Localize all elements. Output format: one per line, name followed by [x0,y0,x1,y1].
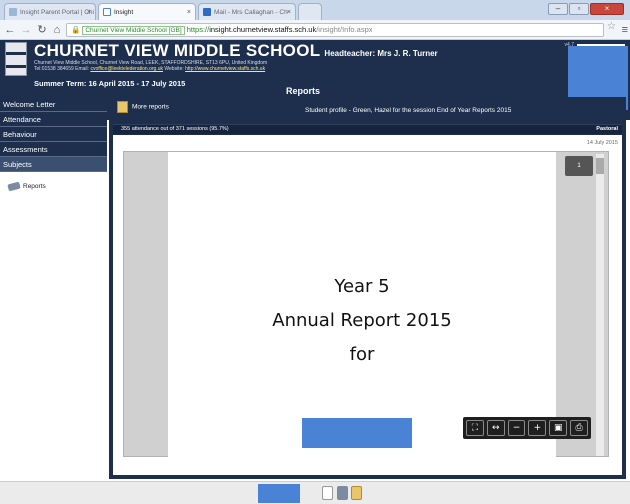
school-tel: Tel:01538 384659 [34,66,74,72]
student-profile-title: Student profile - Green, Hazel for the s… [305,107,512,114]
scrollbar-thumb[interactable] [596,158,604,174]
url-field[interactable]: 🔒 Churnet View Middle School [GB] https://… [66,23,604,37]
site-identity-badge[interactable]: Churnet View Middle School [GB] [82,26,185,35]
close-icon[interactable]: × [287,4,291,20]
tab-label: Mail - Mrs Callaghan - Ch [214,9,288,16]
sidebar-item-attendance[interactable]: Attendance [0,112,107,127]
save-icon[interactable]: ▣ [549,420,568,436]
minimize-button[interactable]: – [548,3,568,15]
report-date: 14 July 2015 [586,140,618,146]
mail-icon [203,8,211,16]
pastoral-link[interactable]: Pastoral [596,125,618,134]
zoom-in-icon[interactable]: + [528,420,547,436]
document-icon[interactable] [322,486,333,500]
bottom-bar [0,481,630,504]
tab-label: Insight Parent Portal | Chi [20,9,94,16]
sidebar-item-behaviour[interactable]: Behaviour [0,127,107,142]
school-contact: Tel:01538 384659 Email: cvoffice@leektel… [34,66,265,72]
sidebar-link-reports[interactable]: Reports [7,181,46,192]
folder-icon[interactable] [351,486,362,500]
fit-page-icon[interactable]: ⛶ [466,420,484,436]
headteacher: Headteacher: Mrs J. R. Turner [324,49,438,58]
sidebar-item-subjects[interactable]: Subjects [0,157,107,172]
reports-icon [7,181,21,192]
maximize-button[interactable]: ▫ [569,3,589,15]
page-icon [9,8,17,16]
page-number-badge: 1 [565,156,593,176]
report-title: Annual Report 2015 [272,310,452,331]
redacted-footer [258,484,300,503]
close-window-button[interactable]: × [590,3,624,15]
term-dates: Summer Term: 16 April 2015 - 17 July 201… [34,79,186,88]
report-for: for [349,344,375,365]
attendance-summary: 355 attendance out of 371 sessions (95.7… [121,126,229,132]
sidebar-item-welcome-letter[interactable]: Welcome Letter [0,97,107,112]
pdf-toolbar: ⛶ ↔ − + ▣ ⎙ [463,417,591,439]
url-scheme: https:// [186,25,210,34]
lock-icon: 🔒 [71,25,81,34]
sidebar-link-label: Reports [23,183,46,191]
school-name: CHURNET VIEW MIDDLE SCHOOL Headteacher: M… [34,41,438,60]
bookmark-star-icon[interactable]: ☆ [607,20,616,33]
email-label: Email: [75,66,90,72]
close-icon[interactable]: × [87,4,91,20]
tab-mail[interactable]: Mail - Mrs Callaghan - Ch × [198,3,296,20]
url-host: insight.churnetview.staffs.sch.uk [209,25,317,34]
school-header: CHURNET VIEW MIDDLE SCHOOL Headteacher: M… [0,40,630,78]
sidebar-item-assessments[interactable]: Assessments [0,142,107,157]
url-path: /insight/Info.aspx [316,25,373,34]
tab-label: Insight [114,9,134,16]
more-reports-link[interactable]: More reports [117,101,169,113]
page-icon [103,8,111,16]
forward-arrow-icon[interactable]: → [19,23,33,37]
sidebar: Welcome Letter Attendance Behaviour Asse… [0,97,107,479]
address-bar: ← → ↻ ⌂ 🔒 Churnet View Middle School [GB]… [0,20,630,40]
tab-insight-parent-portal[interactable]: Insight Parent Portal | Chi × [4,3,96,20]
new-tab-button[interactable] [298,3,322,20]
fit-width-icon[interactable]: ↔ [486,420,505,436]
school-crest-logo [5,42,27,76]
report-content-pane: 14 July 2015 Year 5 Annual Report 2015 f… [113,135,622,475]
menu-icon[interactable]: ≡ [622,23,628,37]
tab-insight[interactable]: Insight × [98,3,196,20]
attendance-bar: 355 attendance out of 371 sessions (95.7… [113,124,622,134]
website-label: Website: [164,66,184,72]
page-title: Reports [286,86,321,96]
pdf-scrollbar[interactable] [596,154,604,456]
report-year: Year 5 [334,276,390,297]
redacted-student-name [302,418,412,448]
school-website-link[interactable]: http://www.churnetview.staffs.sch.uk [185,66,265,72]
browser-tab-strip: Insight Parent Portal | Chi × Insight × … [0,0,630,20]
school-email-link[interactable]: cvoffice@leektelederation.org.uk [90,66,163,72]
home-icon[interactable]: ⌂ [50,23,64,37]
back-arrow-icon[interactable]: ← [3,23,17,37]
reports-icon [117,101,128,113]
reload-icon[interactable]: ↻ [35,23,49,37]
main-panel: More reports Student profile - Green, Ha… [109,97,626,479]
zoom-out-icon[interactable]: − [507,420,526,436]
more-reports-label: More reports [132,103,169,111]
close-icon[interactable]: × [187,4,191,20]
reports-icon[interactable] [337,486,348,500]
print-icon[interactable]: ⎙ [570,420,588,436]
pdf-page: Year 5 Annual Report 2015 for [168,152,556,458]
pdf-viewer[interactable]: Year 5 Annual Report 2015 for 1 ⛶ ↔ − + … [123,151,609,458]
